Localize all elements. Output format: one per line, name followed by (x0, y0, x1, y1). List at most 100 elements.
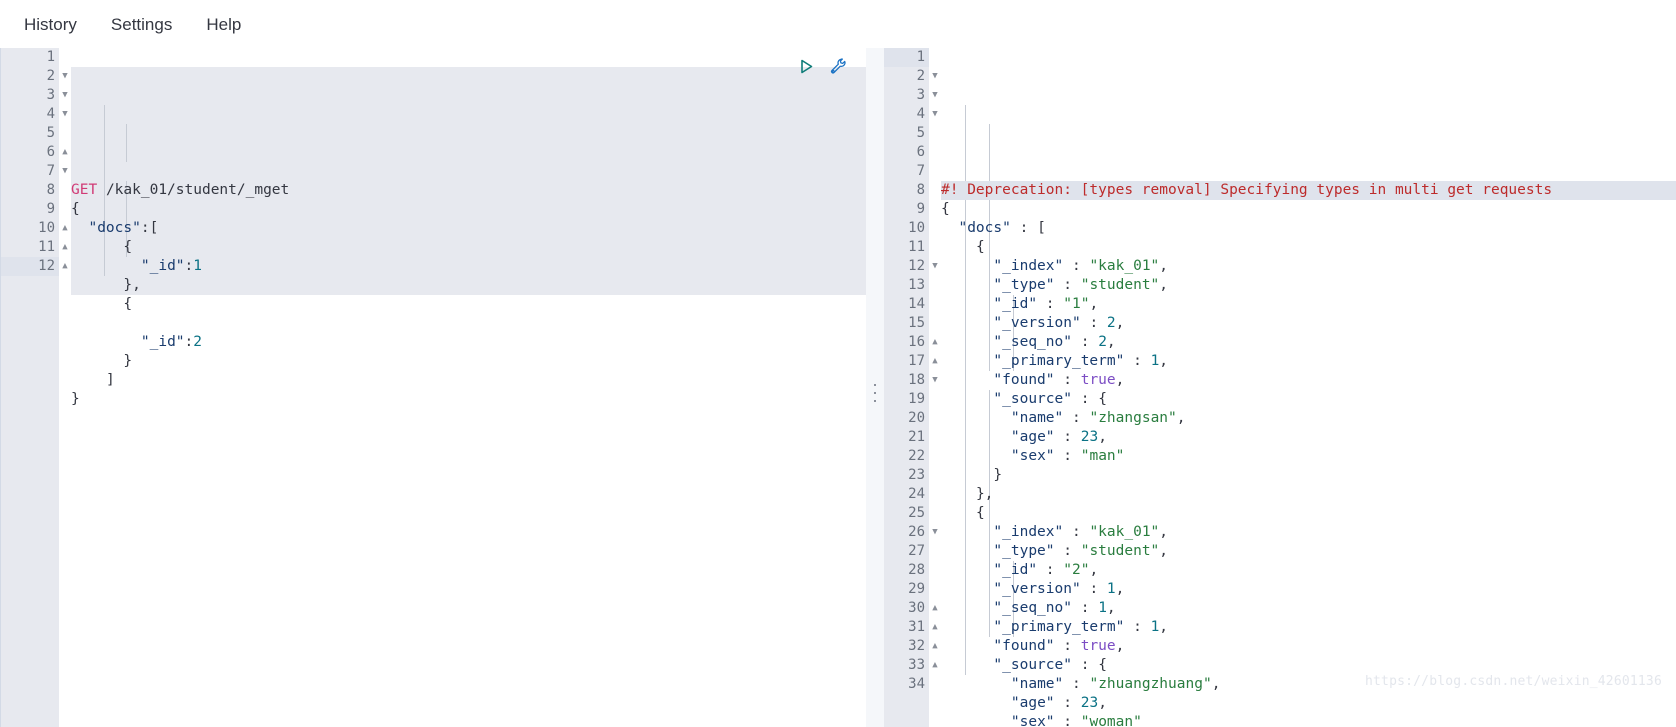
code-line[interactable]: "_primary_term" : 1, (941, 352, 1676, 371)
fold-chevron-down-icon[interactable]: ▼ (929, 105, 941, 124)
code-line[interactable]: "_version" : 2, (941, 314, 1676, 333)
gutter-line: 33 ▲ (884, 656, 938, 675)
wrench-icon[interactable] (828, 56, 848, 76)
code-line[interactable]: "sex" : "man" (941, 447, 1676, 466)
fold-chevron-down-icon[interactable]: ▼ (59, 67, 71, 86)
divider-grip[interactable] (874, 384, 876, 402)
code-line[interactable]: "_type" : "student", (941, 276, 1676, 295)
gutter-line: 11 ▲ (1, 238, 68, 257)
fold-chevron-down-icon[interactable]: ▼ (929, 86, 941, 105)
fold-chevron-up-icon[interactable]: ▲ (929, 618, 941, 637)
gutter-line: 12 ▼ (884, 257, 938, 276)
gutter-line: 5 (46, 125, 55, 141)
console-split: 1 2 ▼ 3 ▼ 4 ▼ 5 6 ▲ 7 ▼ 8 9 10 ▲ 11 ▲ 12 ▲ GET /kak_01/stud… (0, 48, 1676, 727)
gutter-line: 18 ▼ (884, 371, 938, 390)
menu-item-history[interactable]: History (22, 12, 79, 37)
request-editor[interactable]: 1 2 ▼ 3 ▼ 4 ▼ 5 6 ▲ 7 ▼ 8 9 10 ▲ 11 ▲ 12 ▲ GET /kak_01/stud… (1, 48, 866, 727)
menu-item-help[interactable]: Help (204, 12, 243, 37)
code-line[interactable]: "name" : "zhangsan", (941, 409, 1676, 428)
gutter-line: 34 (908, 676, 925, 692)
code-line[interactable]: "found" : true, (941, 637, 1676, 656)
code-line[interactable]: "age" : 23, (941, 428, 1676, 447)
code-line[interactable]: "sex" : "woman" (941, 713, 1676, 727)
gutter-line: 26 ▼ (884, 523, 938, 542)
code-line[interactable]: "_type" : "student", (941, 542, 1676, 561)
fold-chevron-up-icon[interactable]: ▲ (59, 238, 71, 257)
fold-chevron-up-icon[interactable]: ▲ (59, 219, 71, 238)
code-line[interactable]: "_index" : "kak_01", (941, 257, 1676, 276)
gutter-line: 27 (908, 543, 925, 559)
play-icon[interactable] (796, 56, 816, 76)
request-pane: 1 2 ▼ 3 ▼ 4 ▼ 5 6 ▲ 7 ▼ 8 9 10 ▲ 11 ▲ 12 ▲ GET /kak_01/stud… (0, 48, 866, 727)
code-line[interactable]: GET /kak_01/student/_mget (71, 181, 866, 200)
pane-divider[interactable] (866, 48, 884, 727)
gutter-line: 12 ▲ (1, 257, 68, 276)
fold-chevron-down-icon[interactable]: ▼ (929, 523, 941, 542)
code-line[interactable]: { (941, 200, 1676, 219)
gutter-line: 8 (46, 182, 55, 198)
code-line[interactable]: "_index" : "kak_01", (941, 523, 1676, 542)
code-line[interactable]: "docs" : [ (941, 219, 1676, 238)
code-line[interactable] (71, 314, 866, 333)
fold-chevron-down-icon[interactable]: ▼ (929, 257, 941, 276)
code-line[interactable]: { (71, 238, 866, 257)
code-line[interactable]: }, (941, 485, 1676, 504)
fold-chevron-up-icon[interactable]: ▲ (929, 352, 941, 371)
code-line[interactable]: } (71, 352, 866, 371)
gutter-line: 30 ▲ (884, 599, 938, 618)
fold-chevron-down-icon[interactable]: ▼ (59, 105, 71, 124)
gutter-line: 22 (908, 448, 925, 464)
gutter-line: 1 (46, 49, 55, 65)
code-line[interactable]: { (71, 200, 866, 219)
code-line[interactable]: #! Deprecation: [types removal] Specifyi… (941, 181, 1676, 200)
code-line[interactable]: }, (71, 276, 866, 295)
fold-chevron-up-icon[interactable]: ▲ (929, 656, 941, 675)
code-line[interactable]: "found" : true, (941, 371, 1676, 390)
gutter-line: 4 ▼ (884, 105, 938, 124)
fold-chevron-up-icon[interactable]: ▲ (929, 637, 941, 656)
code-line[interactable]: "_id" : "1", (941, 295, 1676, 314)
code-line[interactable]: "age" : 23, (941, 694, 1676, 713)
request-code[interactable]: GET /kak_01/student/_mget{ "docs":[ { "_… (71, 48, 866, 727)
gutter-line: 17 ▲ (884, 352, 938, 371)
code-line[interactable]: ] (71, 371, 866, 390)
response-code[interactable]: #! Deprecation: [types removal] Specifyi… (941, 48, 1676, 727)
gutter-line: 31 ▲ (884, 618, 938, 637)
fold-chevron-up-icon[interactable]: ▲ (59, 257, 71, 276)
code-line[interactable]: } (941, 466, 1676, 485)
fold-chevron-down-icon[interactable]: ▼ (929, 67, 941, 86)
fold-chevron-up-icon[interactable]: ▲ (929, 333, 941, 352)
gutter-line: 1 (884, 48, 929, 67)
code-line[interactable]: { (941, 504, 1676, 523)
code-line[interactable]: "_primary_term" : 1, (941, 618, 1676, 637)
code-line[interactable]: } (71, 390, 866, 409)
gutter-line: 6 ▲ (1, 143, 68, 162)
code-line[interactable]: { (71, 295, 866, 314)
gutter-line: 29 (908, 581, 925, 597)
code-line[interactable]: "_source" : { (941, 390, 1676, 409)
gutter-line: 25 (908, 505, 925, 521)
gutter-line: 24 (908, 486, 925, 502)
menu-item-settings[interactable]: Settings (109, 12, 174, 37)
response-editor[interactable]: 1 2 ▼ 3 ▼ 4 ▼ 5 6 7 8 9 10 11 12 ▼ 13 14 15 16 ▲ 17 ▲ 18 ▼ 19 20 21… (884, 48, 1676, 727)
top-menu-bar: History Settings Help (0, 0, 1676, 48)
code-line[interactable]: "_seq_no" : 2, (941, 333, 1676, 352)
code-line[interactable]: { (941, 238, 1676, 257)
fold-chevron-up-icon[interactable]: ▲ (59, 143, 71, 162)
fold-chevron-down-icon[interactable]: ▼ (59, 86, 71, 105)
gutter-line: 14 (908, 296, 925, 312)
code-line[interactable]: "docs":[ (71, 219, 866, 238)
code-line[interactable]: "_id":1 (71, 257, 866, 276)
gutter-line: 28 (908, 562, 925, 578)
fold-chevron-down-icon[interactable]: ▼ (59, 162, 71, 181)
code-line[interactable]: "_id":2 (71, 333, 866, 352)
gutter-line: 10 ▲ (1, 219, 68, 238)
code-line[interactable]: "_id" : "2", (941, 561, 1676, 580)
code-line[interactable]: "_seq_no" : 1, (941, 599, 1676, 618)
code-line[interactable]: "_version" : 1, (941, 580, 1676, 599)
fold-chevron-down-icon[interactable]: ▼ (929, 371, 941, 390)
fold-chevron-up-icon[interactable]: ▲ (929, 599, 941, 618)
response-pane: 1 2 ▼ 3 ▼ 4 ▼ 5 6 7 8 9 10 11 12 ▼ 13 14 15 16 ▲ 17 ▲ 18 ▼ 19 20 21… (884, 48, 1676, 727)
watermark: https://blog.csdn.net/weixin_42601136 (1365, 674, 1662, 689)
indent-guide (126, 124, 127, 162)
